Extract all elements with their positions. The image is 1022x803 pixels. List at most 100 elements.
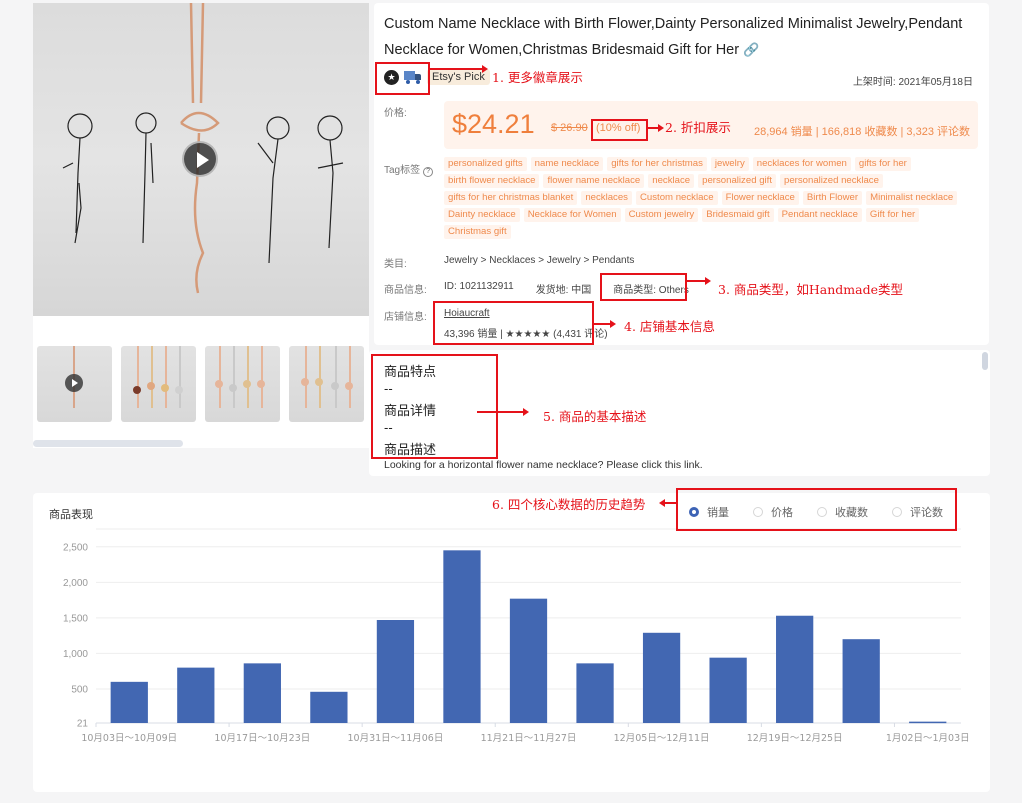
annotation-6: 6. 四个核心数据的历史趋势 [492,497,646,512]
tag-chip[interactable]: flower name necklace [543,174,645,188]
annotation-box-metrics [676,488,957,531]
play-video-button[interactable] [182,141,218,177]
annotation-box-shop [433,301,594,345]
product-title-text: Custom Name Necklace with Birth Flower,D… [384,16,963,58]
bar [443,550,481,723]
x-tick-label: 10月31日～11月06日 [347,733,443,744]
tag-chip[interactable]: necklaces for women [752,157,851,171]
tag-chip[interactable]: Custom necklace [635,191,718,205]
bar [642,632,681,723]
annotation-box-discount [591,119,648,141]
tag-chip[interactable]: Minimalist necklace [866,191,958,205]
tag-chip[interactable]: gifts for her christmas blanket [444,191,578,205]
tag-chip[interactable]: Necklace for Women [523,208,621,222]
bar [376,619,415,723]
y-tick-label: 21 [77,719,89,730]
annotation-5: 5. 商品的基本描述 [543,409,647,424]
x-tick-label: 1月02日～1月03日 [886,733,970,744]
x-tick-label: 10月03日～10月09日 [81,733,177,744]
y-tick-label: 500 [71,684,88,695]
bar [709,657,747,723]
annotation-box-description [371,354,498,459]
tag-chip[interactable]: gifts for her [854,157,911,171]
tag-list: personalized gifts name necklace gifts for… [444,157,974,239]
tags-label: Tag标签? [384,161,434,177]
performance-card: 21 500 1,000 1,500 2,000 2,500 10月03日～10月09日 10… [33,493,990,792]
x-tick-label: 12月05日～12月11日 [614,733,710,744]
tag-chip[interactable]: necklaces [581,191,632,205]
bar [509,598,548,723]
shop-info-label: 店铺信息: [384,312,427,323]
tag-chip[interactable]: birth flower necklace [444,174,540,188]
x-tick-label: 10月17日～10月23日 [214,733,310,744]
tags-label-text: Tag标签 [384,165,421,176]
thumbnail-scrollbar[interactable] [33,440,183,447]
product-gallery [33,3,369,448]
category-path[interactable]: Jewelry > Necklaces > Jewelry > Pendants [444,255,634,266]
annotation-box-badges [375,62,430,95]
bar [776,615,814,723]
x-tick-label: 11月21日～11月27日 [481,733,577,744]
annotation-1: 1. 更多徽章展示 [492,70,583,85]
annotation-arrow [477,408,529,415]
y-tick-label: 1,000 [63,649,88,660]
annotation-arrow [648,124,664,131]
tag-chip[interactable]: Flower necklace [721,191,799,205]
tag-chip[interactable]: Bridesmaid gift [702,208,774,222]
tag-chip[interactable]: personalized necklace [780,174,883,188]
original-price: $ 26.90 [551,122,588,134]
annotation-box-type [600,273,687,301]
listed-date: 上架时间: 2021年05月18日 [852,77,973,88]
main-product-image[interactable] [33,3,369,316]
thumbnail-1[interactable] [37,346,112,422]
x-tick-label: 12月19日～12月25日 [747,733,843,744]
bar [243,663,281,723]
tag-chip[interactable]: Dainty necklace [444,208,520,222]
tag-chip[interactable]: necklace [648,174,695,188]
link-icon[interactable]: 🔗 [743,42,759,57]
annotation-3: 3. 商品类型，如Handmade类型 [718,282,904,297]
annotation-4: 4. 店铺基本信息 [624,319,715,334]
help-icon[interactable]: ? [423,167,434,177]
tag-chip[interactable]: jewelry [710,157,749,171]
annotation-arrow [687,277,711,284]
tag-chip[interactable]: personalized gifts [444,157,527,171]
product-id: ID: 1021132911 [444,281,514,292]
etsy-pick-badge: Etsy's Pick [427,69,490,85]
ship-from: 发货地: 中国 [535,285,592,296]
tag-chip[interactable]: Birth Flower [802,191,863,205]
price-label: 价格: [384,108,407,119]
y-tick-label: 1,500 [63,613,88,624]
bar [909,721,947,724]
bar [177,667,215,723]
product-stats: 28,964 销量 | 166,818 收藏数 | 3,323 评论数 [753,126,970,138]
bar [842,639,880,723]
tag-chip[interactable]: Custom jewelry [624,208,699,222]
sales-bar-chart: 21 500 1,000 1,500 2,000 2,500 10月03日～10月09日 10… [63,528,970,744]
annotation-2: 2. 折扣展示 [665,120,731,135]
tag-chip[interactable]: gifts for her christmas [607,157,707,171]
product-info-label: 商品信息: [384,285,427,296]
thumbnail-strip [37,346,364,422]
bar [310,691,348,723]
current-price: $24.21 [452,109,535,139]
thumbnail-3[interactable] [205,346,280,422]
tag-chip[interactable]: Gift for her [865,208,920,222]
tag-chip[interactable]: Christmas gift [444,225,511,239]
category-label: 类目: [384,259,407,270]
annotation-arrow [594,320,616,327]
annotation-arrow [659,499,676,506]
thumbnail-4[interactable] [289,346,364,422]
description-text: Looking for a horizontal flower name nec… [384,459,703,471]
tag-chip[interactable]: name necklace [530,157,604,171]
chart-title: 商品表现 [49,509,93,521]
product-title: Custom Name Necklace with Birth Flower,D… [384,12,984,63]
y-tick-label: 2,000 [63,578,88,589]
tag-chip[interactable]: Pendant necklace [777,208,862,222]
description-scrollbar[interactable] [982,352,988,370]
tag-chip[interactable]: personalized gift [698,174,776,188]
annotation-arrow [430,65,488,72]
thumbnail-2[interactable] [121,346,196,422]
play-icon [65,374,83,392]
y-tick-label: 2,500 [63,542,88,553]
